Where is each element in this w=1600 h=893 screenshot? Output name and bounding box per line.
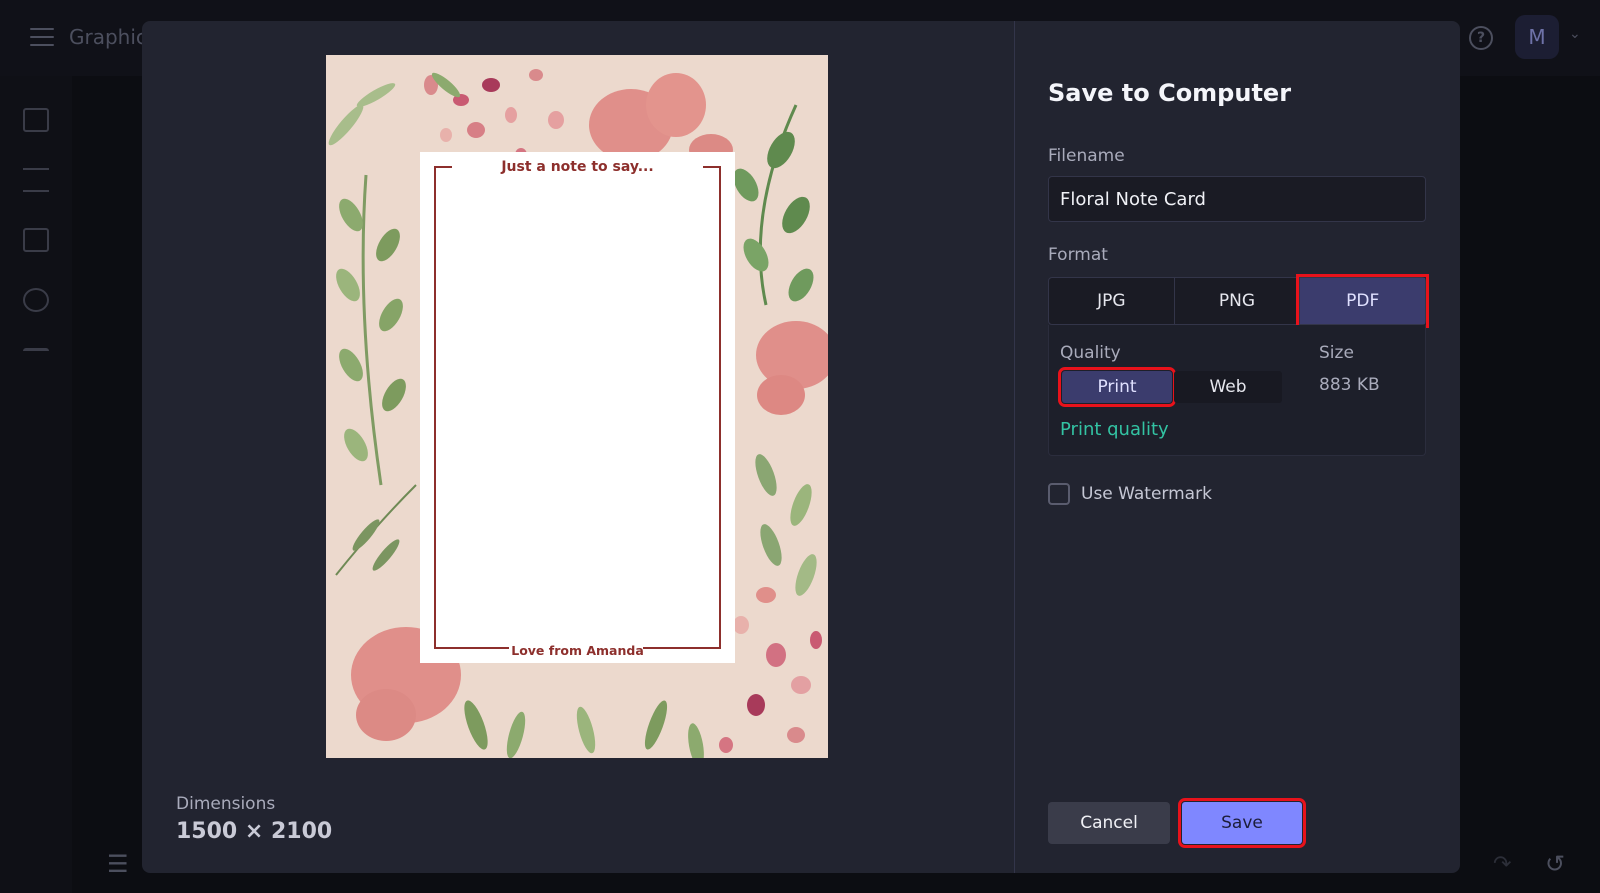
format-label: Format [1048,245,1108,265]
size-label: Size [1319,343,1354,363]
quality-panel: Quality Print Web Size 883 KB Print qual… [1048,325,1426,456]
layers-icon[interactable]: ☰ [107,850,129,878]
layout-icon[interactable] [23,228,49,252]
quality-label: Quality [1060,343,1121,363]
chevron-down-icon[interactable]: ⌄ [1569,26,1581,42]
help-icon[interactable]: ? [1469,26,1493,50]
dialog-title: Save to Computer [1048,79,1292,107]
redo-icon[interactable]: ↷ [1493,852,1511,877]
settings-pane: Save to Computer Filename Format JPG PNG… [1015,21,1460,873]
text-icon[interactable] [23,348,49,372]
sidebar [0,76,72,893]
watermark-label[interactable]: Use Watermark [1081,483,1212,505]
note-panel: Just a note to say... Love from Amanda [420,152,735,663]
dimensions-value: 1500 × 2100 [176,819,333,844]
format-jpg-button[interactable]: JPG [1049,278,1175,324]
save-button[interactable]: Save [1178,798,1306,848]
sliders-icon[interactable] [23,168,49,192]
size-value: 883 KB [1319,375,1380,395]
app-name: Graphic [69,25,147,49]
shapes-icon[interactable] [23,288,49,312]
card-bottom-text: Love from Amanda [511,643,644,658]
quality-description: Print quality [1060,419,1169,440]
card-top-text: Just a note to say... [501,159,654,175]
image-icon[interactable] [23,108,49,132]
save-dialog: Just a note to say... Love from Amanda D… [142,21,1460,873]
format-png-button[interactable]: PNG [1175,278,1301,324]
quality-web-button[interactable]: Web [1174,371,1282,403]
watermark-checkbox[interactable] [1048,483,1070,505]
card-preview: Just a note to say... Love from Amanda [326,55,828,758]
cancel-button[interactable]: Cancel [1048,802,1170,844]
history-icon[interactable]: ↺ [1545,850,1565,878]
quality-print-button[interactable]: Print [1058,367,1176,407]
preview-pane: Just a note to say... Love from Amanda D… [142,21,1014,873]
format-selector: JPG PNG PDF [1048,274,1430,328]
filename-input[interactable] [1048,176,1426,222]
avatar[interactable]: M [1515,15,1559,59]
dimensions-label: Dimensions [176,794,276,814]
filename-label: Filename [1048,146,1125,166]
format-pdf-button[interactable]: PDF [1296,274,1430,328]
menu-icon[interactable] [30,28,54,46]
